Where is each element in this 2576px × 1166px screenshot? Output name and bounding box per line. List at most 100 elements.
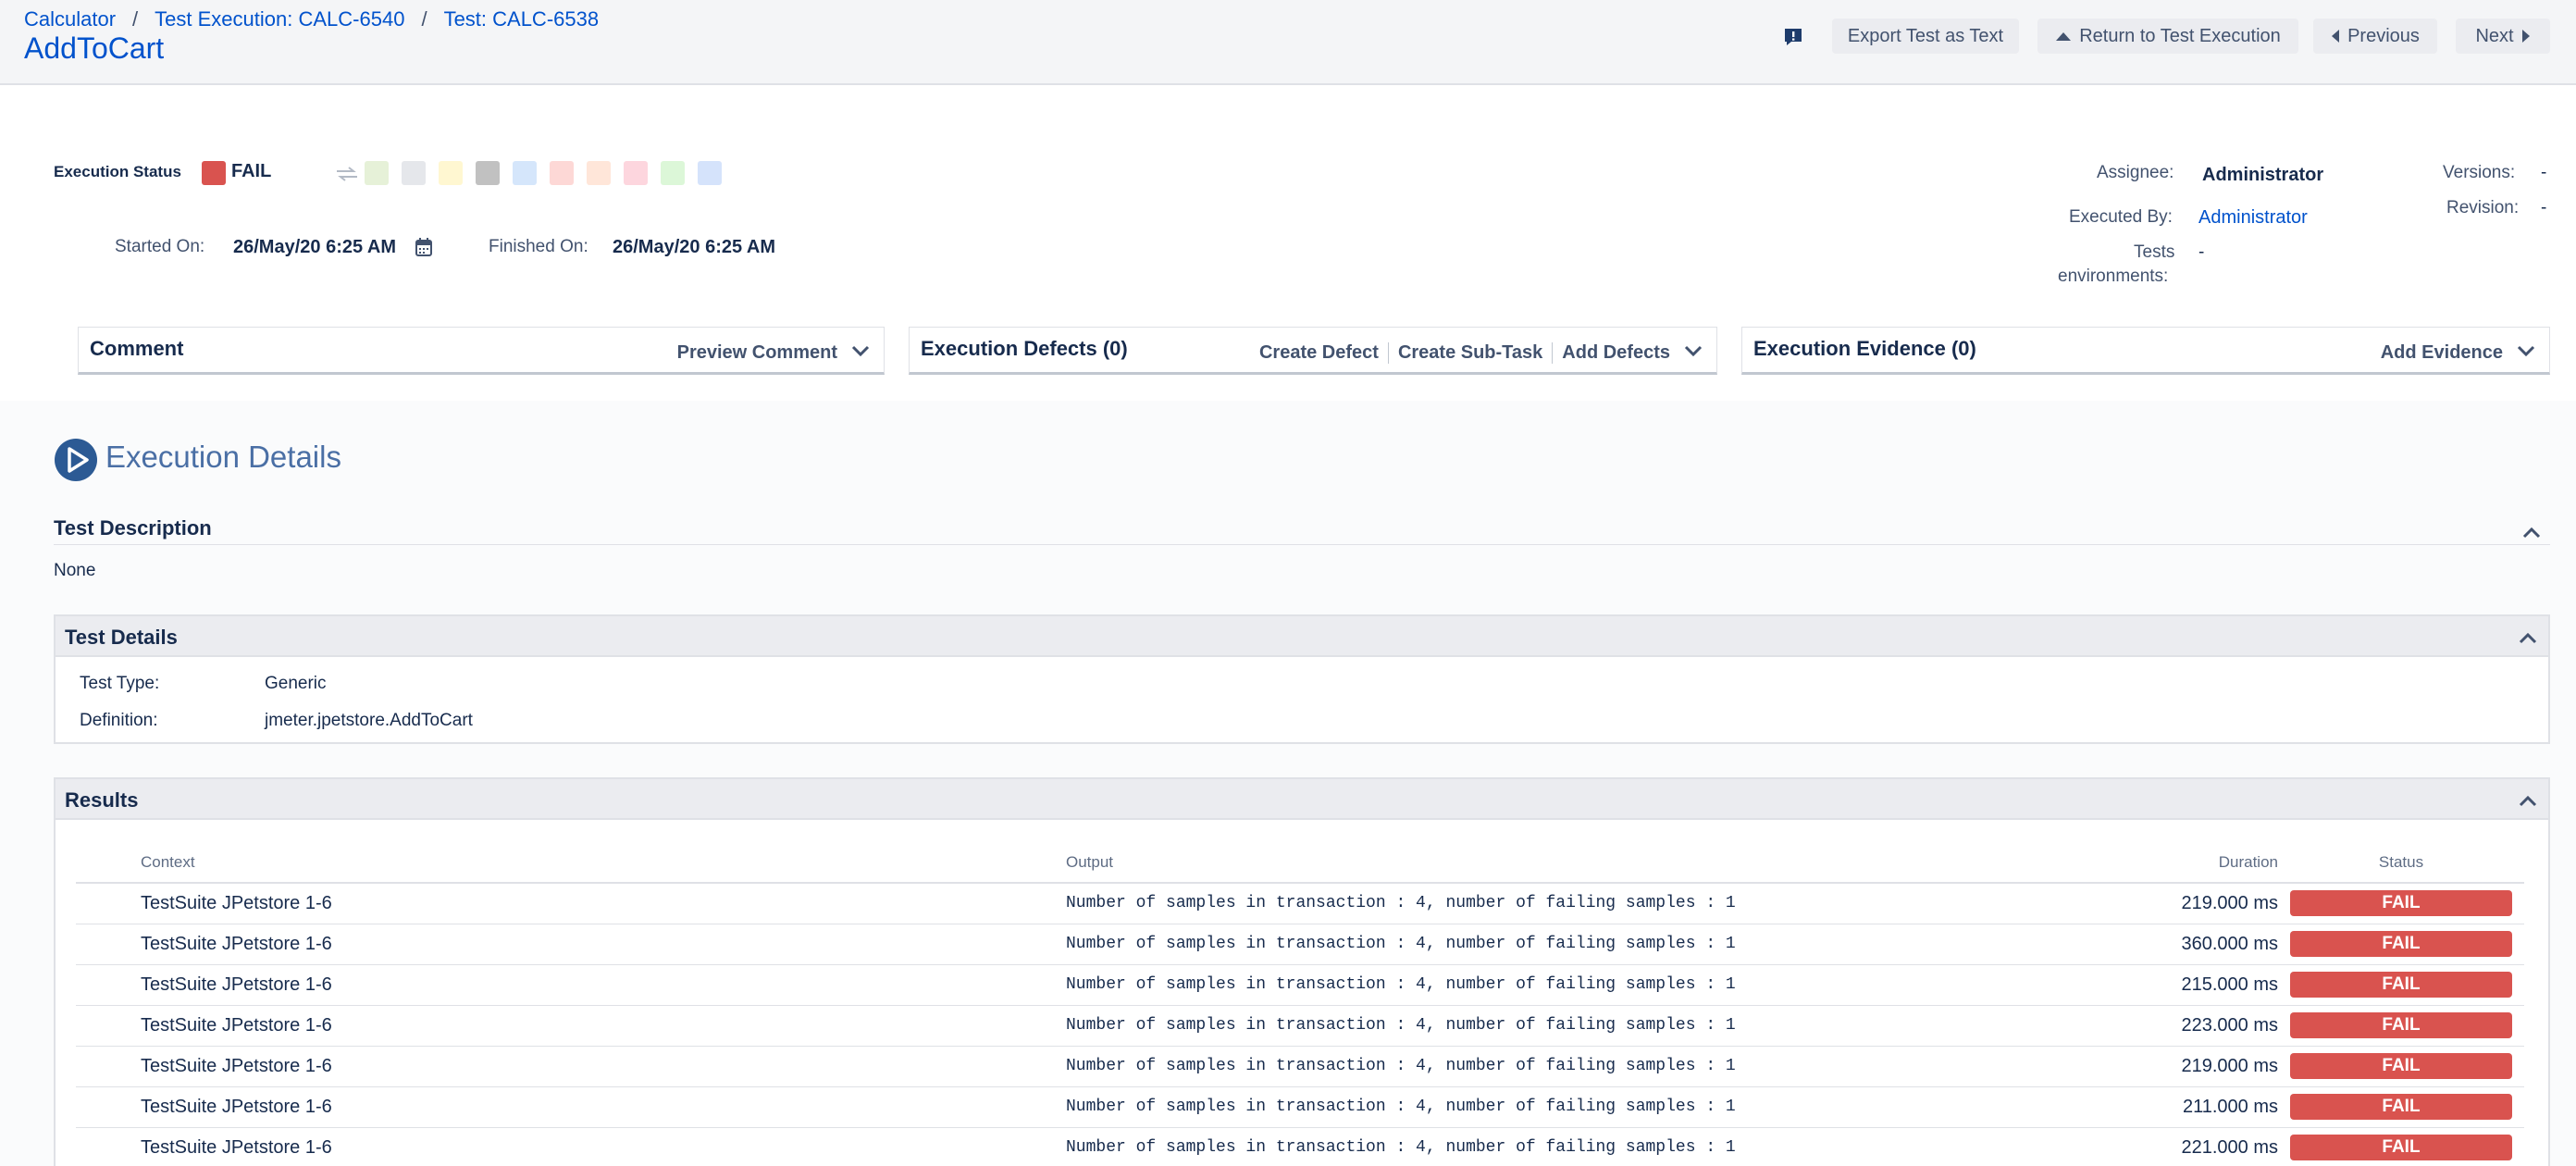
status-option-swatch[interactable]: [402, 161, 426, 185]
executed-by-link[interactable]: Administrator: [2198, 207, 2308, 229]
status-badge: FAIL: [2290, 1094, 2512, 1120]
table-row: TestSuite JPetstore 1-6 Number of samples…: [76, 924, 2524, 965]
breadcrumb: Calculator / Test Execution: CALC-6540 /…: [24, 7, 599, 31]
status-badge: FAIL: [2290, 1053, 2512, 1079]
caret-right-icon: [2521, 30, 2530, 43]
assignee-value: Administrator: [2202, 165, 2324, 185]
feedback-icon[interactable]: [1782, 26, 1804, 48]
status-option-swatch[interactable]: [550, 161, 574, 185]
finished-on-label: Finished On:: [489, 237, 588, 256]
status-option-swatch[interactable]: [661, 161, 685, 185]
status-option-swatch[interactable]: [698, 161, 722, 185]
results-heading: Results: [65, 788, 139, 812]
execution-details-title: Execution Details: [105, 440, 341, 474]
row-spacer: [76, 1046, 141, 1087]
test-details-box: Test Details Test Type: Generic Definiti…: [54, 614, 2550, 744]
previous-label: Previous: [2347, 25, 2420, 46]
cell-context: TestSuite JPetstore 1-6: [141, 1086, 1066, 1128]
row-spacer: [76, 883, 141, 924]
cell-status: FAIL: [2278, 1046, 2524, 1087]
table-row: TestSuite JPetstore 1-6 Number of samples…: [76, 1127, 2524, 1166]
breadcrumb-project[interactable]: Calculator: [24, 7, 116, 31]
status-badge: FAIL: [2290, 1012, 2512, 1038]
results-header: Results: [56, 779, 2548, 820]
previous-button[interactable]: Previous: [2313, 19, 2437, 54]
defects-panel-actions: Create Defect Create Sub-Task Add Defect…: [1259, 342, 1670, 364]
page-header: Calculator / Test Execution: CALC-6540 /…: [0, 0, 2576, 85]
assignee-label: Assignee:: [2097, 163, 2174, 182]
started-on-label: Started On:: [115, 237, 205, 256]
column-header-output[interactable]: Output: [1066, 842, 2074, 884]
status-option-swatch[interactable]: [365, 161, 389, 185]
page-title: AddToCart: [24, 31, 165, 65]
breadcrumb-separator: /: [421, 7, 427, 31]
results-table-header: Context Output Duration Status: [76, 842, 2524, 884]
row-spacer: [76, 924, 141, 965]
revision-value: -: [2541, 198, 2547, 217]
test-details-heading: Test Details: [65, 626, 178, 649]
cell-output: Number of samples in transaction : 4, nu…: [1066, 1005, 2074, 1047]
next-button[interactable]: Next: [2456, 19, 2550, 54]
execution-evidence-panel: Execution Evidence (0) Add Evidence: [1741, 327, 2550, 375]
column-header-duration[interactable]: Duration: [2074, 842, 2278, 884]
chevron-down-icon[interactable]: [850, 341, 871, 361]
return-to-test-execution-button[interactable]: Return to Test Execution: [2037, 19, 2298, 54]
swap-icon: [337, 167, 357, 181]
status-option-swatch[interactable]: [587, 161, 611, 185]
revision-label: Revision:: [2446, 198, 2520, 217]
cell-status: FAIL: [2278, 883, 2524, 924]
test-details-header: Test Details: [56, 616, 2548, 657]
calendar-icon[interactable]: [415, 237, 433, 257]
status-badge: FAIL: [2290, 931, 2512, 957]
cell-duration: 215.000 ms: [2074, 964, 2278, 1006]
chevron-up-icon[interactable]: [2517, 627, 2539, 650]
tests-environments-label-line1: Tests: [2134, 242, 2175, 262]
test-type-label: Test Type:: [80, 674, 160, 693]
create-defect-button[interactable]: Create Defect: [1259, 342, 1379, 364]
add-evidence-button[interactable]: Add Evidence: [2381, 342, 2503, 364]
status-option-swatch[interactable]: [476, 161, 500, 185]
status-option-swatch[interactable]: [624, 161, 648, 185]
chevron-down-icon[interactable]: [1683, 341, 1703, 361]
divider: [54, 544, 2550, 545]
add-defects-button[interactable]: Add Defects: [1562, 342, 1670, 364]
return-label: Return to Test Execution: [2079, 25, 2281, 46]
action-divider: [1552, 342, 1554, 364]
preview-comment-button[interactable]: Preview Comment: [677, 342, 837, 364]
results-table-body: TestSuite JPetstore 1-6 Number of samples…: [76, 883, 2524, 1166]
row-spacer: [76, 964, 141, 1006]
cell-output: Number of samples in transaction : 4, nu…: [1066, 1086, 2074, 1128]
current-status-swatch: [202, 161, 226, 185]
definition-label: Definition:: [80, 711, 158, 730]
create-sub-task-button[interactable]: Create Sub-Task: [1398, 342, 1542, 364]
status-option-swatch[interactable]: [513, 161, 537, 185]
row-spacer: [76, 1086, 141, 1128]
table-row: TestSuite JPetstore 1-6 Number of samples…: [76, 883, 2524, 924]
column-header-status[interactable]: Status: [2278, 842, 2524, 884]
cell-status: FAIL: [2278, 1005, 2524, 1047]
cell-context: TestSuite JPetstore 1-6: [141, 883, 1066, 924]
status-option-swatch[interactable]: [439, 161, 463, 185]
export-test-label: Export Test as Text: [1847, 25, 2004, 46]
current-status-value: FAIL: [231, 161, 272, 181]
export-test-button[interactable]: Export Test as Text: [1832, 19, 2019, 54]
cell-duration: 360.000 ms: [2074, 924, 2278, 965]
chevron-up-icon[interactable]: [2520, 522, 2543, 544]
cell-output: Number of samples in transaction : 4, nu…: [1066, 883, 2074, 924]
cell-output: Number of samples in transaction : 4, nu…: [1066, 1127, 2074, 1166]
next-label: Next: [2475, 25, 2514, 46]
breadcrumb-test[interactable]: Test: CALC-6538: [444, 7, 600, 31]
evidence-panel-actions: Add Evidence: [2381, 342, 2503, 364]
chevron-up-icon[interactable]: [2517, 790, 2539, 812]
breadcrumb-test-execution[interactable]: Test Execution: CALC-6540: [155, 7, 404, 31]
cell-status: FAIL: [2278, 1127, 2524, 1166]
cell-context: TestSuite JPetstore 1-6: [141, 1046, 1066, 1087]
chevron-down-icon[interactable]: [2516, 341, 2536, 361]
cell-duration: 219.000 ms: [2074, 883, 2278, 924]
cell-output: Number of samples in transaction : 4, nu…: [1066, 1046, 2074, 1087]
play-icon: [55, 439, 97, 481]
column-header-context[interactable]: Context: [141, 842, 1066, 884]
execution-evidence-title: Execution Evidence (0): [1753, 337, 1976, 360]
cell-context: TestSuite JPetstore 1-6: [141, 1127, 1066, 1166]
versions-label: Versions:: [2443, 163, 2516, 182]
